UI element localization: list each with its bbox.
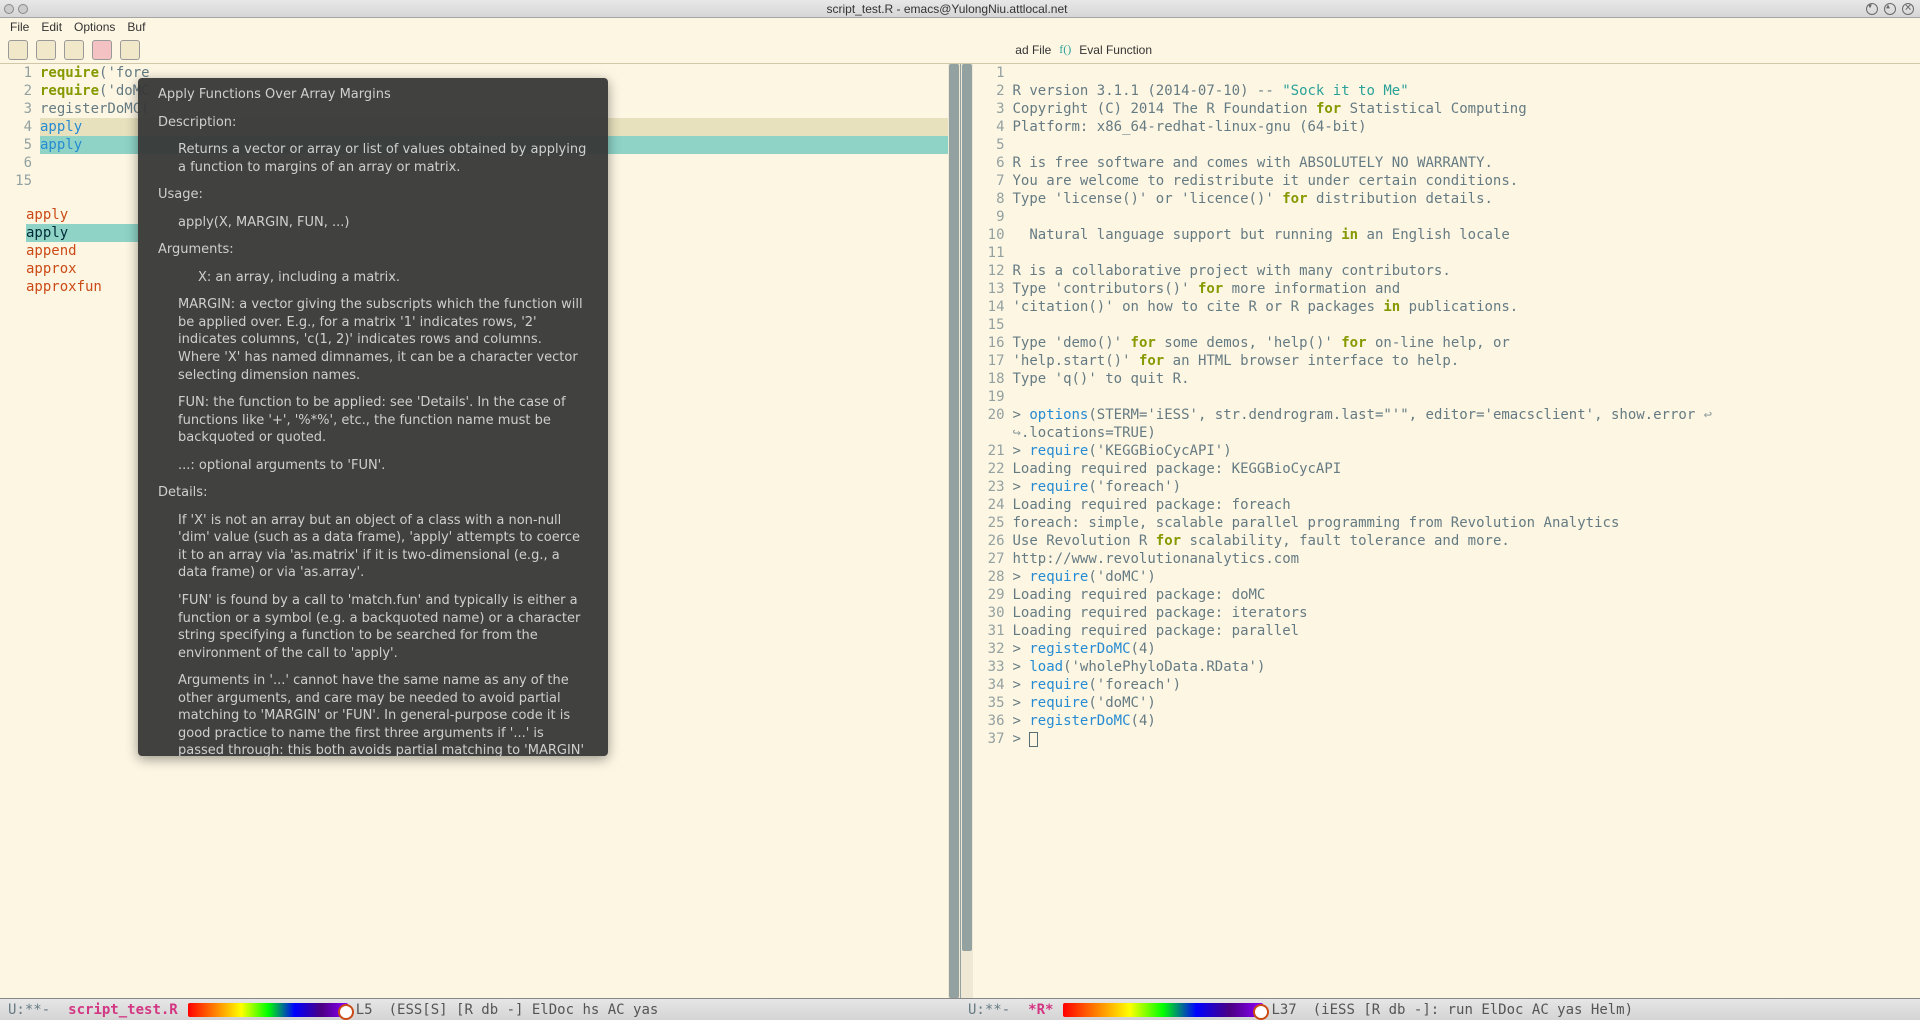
popup-details-h: Details: [158,484,588,502]
right-code[interactable]: R version 3.1.1 (2014-07-10) -- "Sock it… [1013,64,1920,998]
open-file-icon[interactable] [36,40,56,60]
editor-pane-left[interactable]: 12345615 require('forerequire('doMCregis… [0,64,960,998]
app-icon-2 [18,4,28,14]
left-scrollbar[interactable] [948,64,960,998]
completion-item[interactable]: approxfun [26,278,138,296]
ml-right-prefix: U:**- [960,1002,1018,1018]
popup-description: Returns a vector or array or list of val… [158,141,588,176]
menu-buffers[interactable]: Buf [121,20,151,34]
save-as-icon[interactable] [120,40,140,60]
right-gutter: 1234567891011121314151617181920 21222324… [973,64,1013,998]
maximize-button[interactable] [1884,3,1896,15]
rainbow-left-icon [188,1003,348,1017]
doc-popup: Apply Functions Over Array Margins Descr… [138,78,608,756]
titlebar: script_test.R - emacs@YulongNiu.attlocal… [0,0,1920,18]
menu-file[interactable]: File [4,20,35,34]
popup-title: Apply Functions Over Array Margins [158,86,588,104]
ml-left-buffer: script_test.R [58,1002,188,1018]
right-scrollbar[interactable] [961,64,973,998]
editor-pane-right[interactable]: 1234567891011121314151617181920 21222324… [960,64,1920,998]
ml-right-modes: (iESS [R db -]: run ElDoc AC yas Helm) [1305,1002,1641,1018]
menu-edit[interactable]: Edit [35,20,68,34]
load-file-button[interactable]: ad File [1015,43,1051,57]
rainbow-right-icon [1063,1003,1263,1017]
modeline-right[interactable]: U:**- *R* L37 (iESS [R db -]: run ElDoc … [960,998,1920,1020]
window-title: script_test.R - emacs@YulongNiu.attlocal… [28,2,1866,16]
popup-details-3: Arguments in '...' cannot have the same … [158,672,588,756]
completion-list[interactable]: applyapplyappendapproxapproxfun [26,206,138,296]
close-button[interactable] [1902,3,1914,15]
eval-function-button[interactable]: f() Eval Function [1059,42,1152,58]
new-file-icon[interactable] [8,40,28,60]
popup-usage: apply(X, MARGIN, FUN, ...) [158,214,588,232]
ml-right-line: L37 [1263,1002,1304,1018]
left-gutter: 12345615 [0,64,40,998]
menubar[interactable]: File Edit Options Buf [0,18,1920,36]
ml-left-modes: (ESS[S] [R db -] ElDoc hs AC yas [381,1002,667,1018]
popup-arg-fun: FUN: the function to be applied: see 'De… [158,394,588,447]
close-file-icon[interactable] [92,40,112,60]
popup-description-h: Description: [158,114,588,132]
titlebar-left-icons [0,4,28,14]
popup-arg-x: X: an array, including a matrix. [158,269,588,287]
popup-details-2: 'FUN' is found by a call to 'match.fun' … [158,592,588,662]
eval-function-label: Eval Function [1079,43,1152,57]
ml-left-prefix: U:**- [0,1002,58,1018]
save-file-icon[interactable] [64,40,84,60]
load-file-label: ad File [1015,43,1051,57]
minimize-button[interactable] [1866,3,1878,15]
toolbar: ad File f() Eval Function [0,36,1920,64]
popup-arg-margin: MARGIN: a vector giving the subscripts w… [158,296,588,384]
function-icon: f() [1059,42,1075,58]
modeline-left[interactable]: U:**- script_test.R L5 (ESS[S] [R db -] … [0,998,960,1020]
menu-options[interactable]: Options [68,20,121,34]
popup-arguments-h: Arguments: [158,241,588,259]
completion-item[interactable]: apply [26,224,138,242]
completion-item[interactable]: append [26,242,138,260]
popup-details-1: If 'X' is not an array but an object of … [158,512,588,582]
completion-item[interactable]: apply [26,206,138,224]
popup-arg-dots: ...: optional arguments to 'FUN'. [158,457,588,475]
ml-right-buffer: *R* [1018,1002,1063,1018]
popup-usage-h: Usage: [158,186,588,204]
app-icon [4,4,14,14]
completion-item[interactable]: approx [26,260,138,278]
